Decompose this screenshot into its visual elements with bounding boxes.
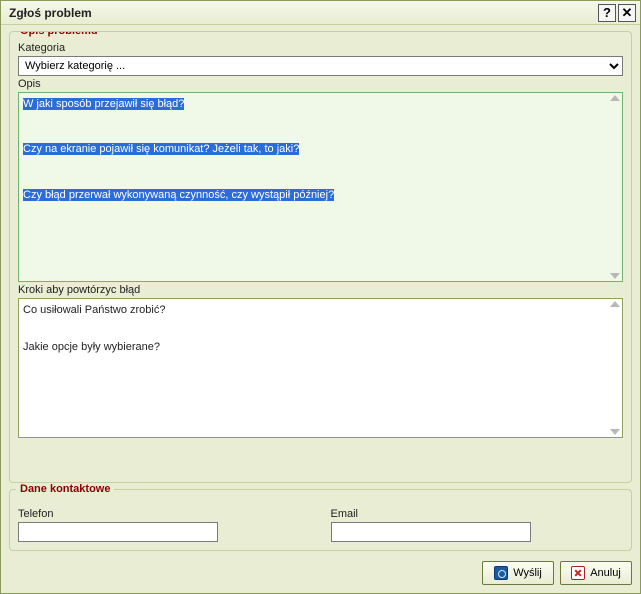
category-select[interactable]: Wybierz kategorię ...: [18, 56, 623, 76]
cancel-button[interactable]: Anuluj: [560, 561, 632, 585]
steps-label: Kroki aby powtórzyc błąd: [18, 284, 623, 296]
description-label: Opis: [18, 78, 623, 90]
steps-content: Co usiłowali Państwo zrobić? Jakie opcje…: [19, 299, 622, 437]
phone-label: Telefon: [18, 508, 311, 520]
contact-data-legend: Dane kontaktowe: [16, 483, 114, 495]
send-button[interactable]: Wyślij: [482, 561, 554, 585]
help-button[interactable]: ?: [598, 4, 616, 22]
send-icon: [494, 566, 508, 580]
steps-line: Co usiłowali Państwo zrobić?: [23, 303, 604, 318]
dialog-buttons: Wyślij Anuluj: [9, 557, 632, 585]
steps-line: Jakie opcje były wybierane?: [23, 340, 604, 355]
scroll-down-icon[interactable]: [610, 429, 620, 435]
close-button[interactable]: ✕: [618, 4, 636, 22]
steps-textarea[interactable]: Co usiłowali Państwo zrobić? Jakie opcje…: [18, 298, 623, 438]
category-label: Kategoria: [18, 42, 623, 54]
send-button-label: Wyślij: [513, 567, 542, 579]
description-line: Czy błąd przerwał wykonywaną czynność, c…: [23, 189, 334, 201]
description-line: W jaki sposób przejawił się błąd?: [23, 98, 184, 110]
dialog-content: Opis problemu Kategoria Wybierz kategori…: [1, 25, 640, 593]
cancel-icon: [571, 566, 585, 580]
scroll-up-icon[interactable]: [610, 301, 620, 307]
description-content: W jaki sposób przejawił się błąd? Czy na…: [19, 93, 622, 281]
problem-description-legend: Opis problemu: [16, 31, 621, 37]
description-line: Czy na ekranie pojawił się komunikat? Je…: [23, 143, 299, 155]
scroll-up-icon[interactable]: [610, 95, 620, 101]
description-textarea[interactable]: W jaki sposób przejawił się błąd? Czy na…: [18, 92, 623, 282]
titlebar: Zgłoś problem ? ✕: [1, 1, 640, 25]
problem-description-group: Opis problemu Kategoria Wybierz kategori…: [9, 31, 632, 483]
email-input[interactable]: [331, 522, 531, 542]
report-problem-dialog: Zgłoś problem ? ✕ Opis problemu Kategori…: [0, 0, 641, 594]
cancel-button-label: Anuluj: [590, 567, 621, 579]
contact-data-group: Dane kontaktowe Telefon Email: [9, 489, 632, 551]
phone-input[interactable]: [18, 522, 218, 542]
scroll-down-icon[interactable]: [610, 273, 620, 279]
email-label: Email: [331, 508, 624, 520]
window-title: Zgłoś problem: [9, 6, 596, 20]
